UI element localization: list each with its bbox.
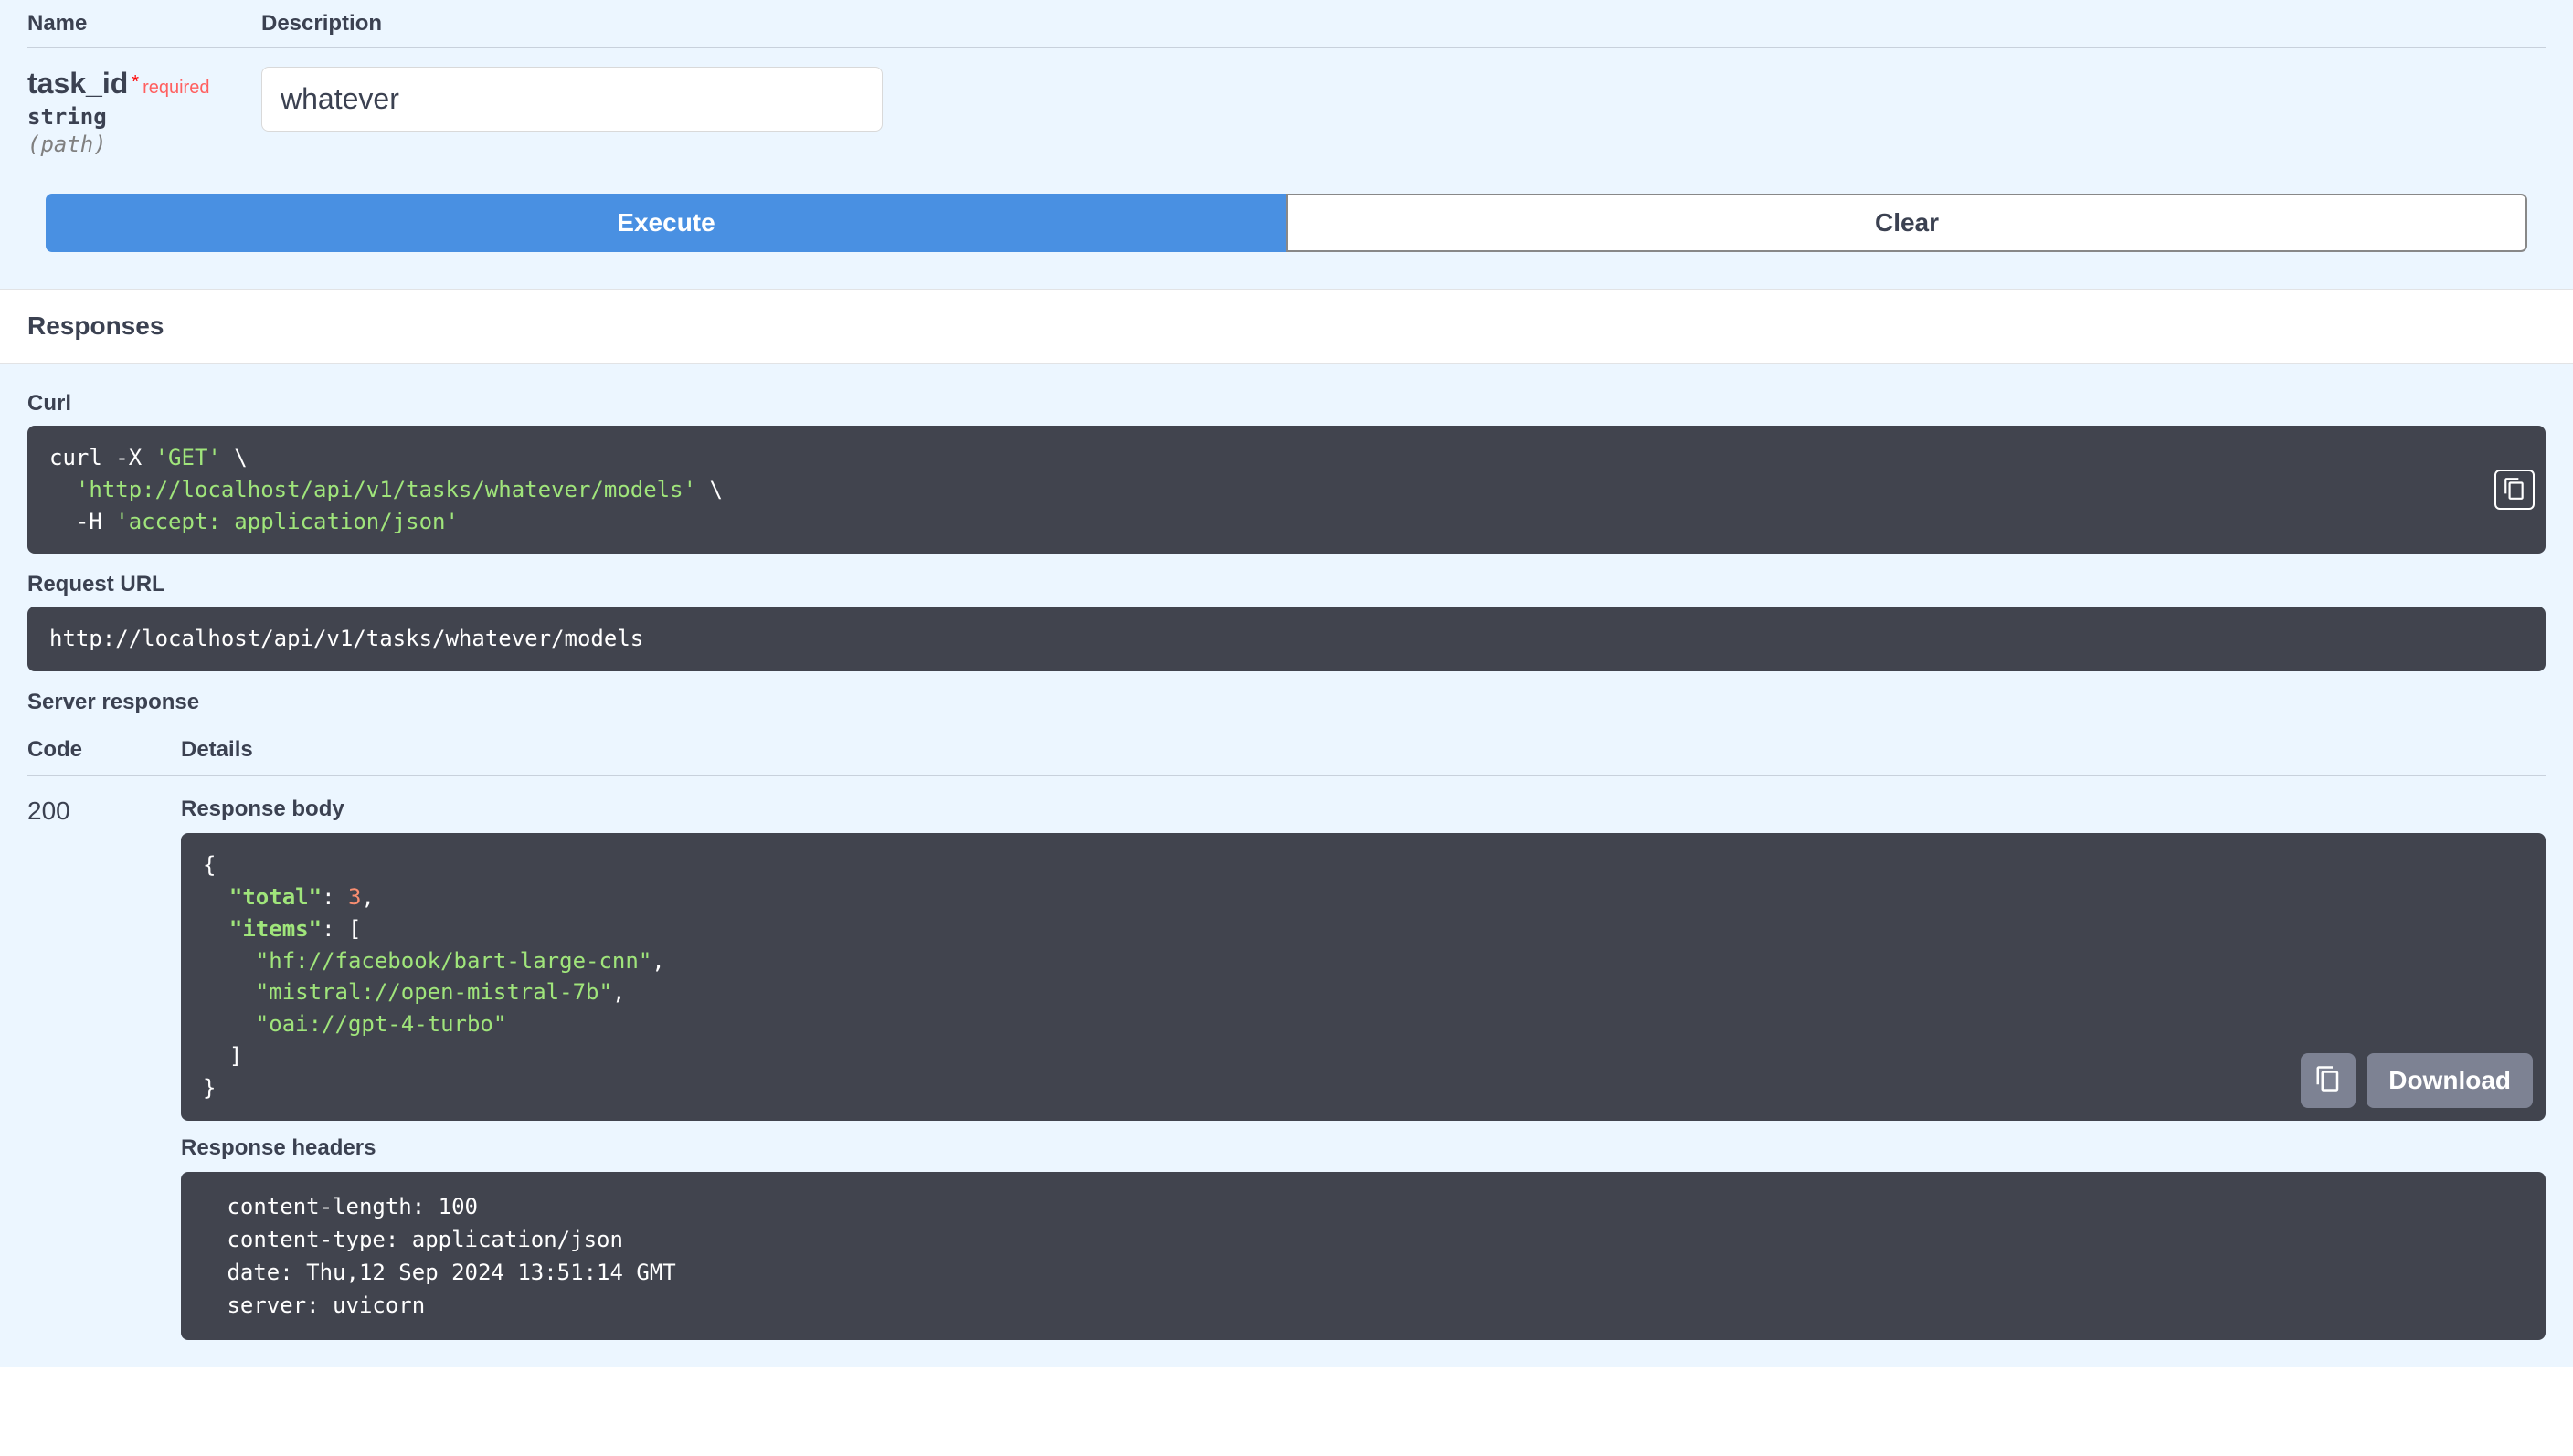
- execute-button[interactable]: Execute: [46, 194, 1286, 252]
- json-text: [203, 884, 229, 910]
- curl-text: \: [696, 477, 723, 502]
- json-text: {: [203, 852, 216, 878]
- curl-text: curl -X: [49, 445, 155, 470]
- curl-text: \: [221, 445, 248, 470]
- download-button[interactable]: Download: [2367, 1053, 2533, 1108]
- clipboard-icon: [2314, 1065, 2342, 1095]
- button-row: Execute Clear: [27, 194, 2546, 289]
- parameter-type: string: [27, 104, 261, 130]
- details-header: Details: [181, 737, 253, 763]
- response-row: 200 Response body { "total": 3, "items":…: [27, 776, 2546, 1339]
- response-code: 200: [27, 797, 181, 1339]
- curl-text: 'http://localhost/api/v1/tasks/whatever/…: [76, 477, 696, 502]
- json-text: : [: [322, 916, 361, 942]
- parameter-name: task_id: [27, 67, 128, 100]
- parameters-section: Name Description task_id * required stri…: [0, 0, 2573, 289]
- parameter-name-cell: task_id * required string (path): [27, 67, 261, 157]
- response-details: Code Details 200 Response body { "total"…: [27, 724, 2546, 1339]
- required-text: required: [143, 78, 209, 99]
- request-url-block: http://localhost/api/v1/tasks/whatever/m…: [27, 607, 2546, 671]
- parameter-name-line: task_id * required: [27, 67, 261, 100]
- curl-text: 'GET': [155, 445, 221, 470]
- json-text: "mistral://open-mistral-7b": [256, 979, 612, 1005]
- header-description: Description: [261, 11, 382, 37]
- header-name: Name: [27, 11, 261, 37]
- json-text: :: [322, 884, 348, 910]
- json-text: 3: [348, 884, 361, 910]
- json-text: "items": [229, 916, 322, 942]
- json-text: [203, 1011, 256, 1037]
- json-text: ,: [361, 884, 374, 910]
- json-text: "hf://facebook/bart-large-cnn": [256, 948, 651, 974]
- curl-text: 'accept: application/json': [115, 509, 459, 534]
- json-text: "oai://gpt-4-turbo": [256, 1011, 507, 1037]
- response-headers-row: Code Details: [27, 724, 2546, 776]
- body-actions: Download: [2301, 1053, 2533, 1108]
- response-body-block: { "total": 3, "items": [ "hf://facebook/…: [181, 833, 2546, 1120]
- json-text: }: [203, 1075, 216, 1101]
- response-headers-block: content-length: 100 content-type: applic…: [181, 1172, 2546, 1340]
- curl-label: Curl: [27, 391, 2546, 417]
- responses-title: Responses: [27, 311, 2546, 341]
- parameters-header-row: Name Description: [27, 0, 2546, 48]
- clipboard-icon: [2503, 477, 2526, 503]
- request-url-label: Request URL: [27, 572, 2546, 597]
- response-details-cell: Response body { "total": 3, "items": [ "…: [181, 797, 2546, 1339]
- responses-body: Curl curl -X 'GET' \ 'http://localhost/a…: [0, 364, 2573, 1367]
- copy-curl-button[interactable]: [2494, 470, 2535, 510]
- json-text: ,: [651, 948, 664, 974]
- curl-block: curl -X 'GET' \ 'http://localhost/api/v1…: [27, 426, 2546, 554]
- json-text: [203, 916, 229, 942]
- task-id-input[interactable]: [261, 67, 883, 132]
- json-text: ,: [612, 979, 625, 1005]
- server-response-label: Server response: [27, 690, 2546, 715]
- request-url-value: http://localhost/api/v1/tasks/whatever/m…: [49, 626, 643, 651]
- required-star: *: [132, 72, 139, 93]
- json-text: "total": [229, 884, 322, 910]
- json-text: [203, 979, 256, 1005]
- curl-text: -H: [49, 509, 115, 534]
- parameter-description-cell: [261, 67, 883, 157]
- response-body-label: Response body: [181, 797, 2546, 822]
- code-header: Code: [27, 737, 181, 763]
- json-text: ]: [203, 1043, 242, 1069]
- responses-header-section: Responses: [0, 289, 2573, 364]
- copy-response-button[interactable]: [2301, 1053, 2356, 1108]
- clear-button[interactable]: Clear: [1286, 194, 2527, 252]
- parameter-row: task_id * required string (path): [27, 48, 2546, 194]
- parameter-in: (path): [27, 132, 261, 157]
- json-text: [203, 948, 256, 974]
- response-headers-label: Response headers: [181, 1135, 2546, 1161]
